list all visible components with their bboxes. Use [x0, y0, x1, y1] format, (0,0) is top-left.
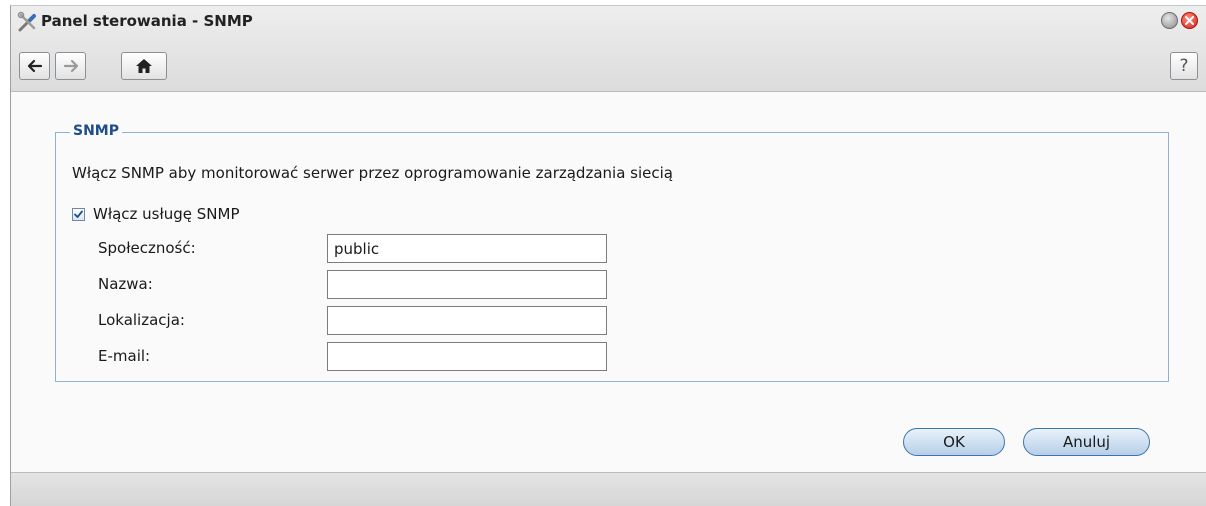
ok-button[interactable]: OK [903, 428, 1005, 456]
snmp-fieldset: SNMP Włącz SNMP aby monitorować serwer p… [55, 123, 1169, 382]
title-bar: Panel sterowania - SNMP ? [11, 6, 1206, 92]
cancel-button[interactable]: Anuluj [1023, 428, 1150, 456]
name-label: Nazwa: [98, 275, 153, 293]
enable-snmp-row[interactable]: Włącz usługę SNMP [72, 205, 240, 223]
help-icon: ? [1179, 56, 1189, 76]
help-button[interactable]: ? [1170, 52, 1198, 80]
close-button[interactable] [1181, 12, 1198, 29]
snmp-description: Włącz SNMP aby monitorować serwer przez … [72, 164, 673, 182]
status-bar [11, 472, 1206, 506]
location-label: Lokalizacja: [98, 311, 185, 329]
email-label: E-mail: [98, 347, 151, 365]
settings-content: SNMP Włącz SNMP aby monitorować serwer p… [11, 92, 1206, 472]
forward-button[interactable] [55, 52, 86, 80]
email-field[interactable] [327, 342, 607, 371]
name-field[interactable] [327, 270, 607, 299]
arrow-left-icon [27, 59, 42, 73]
home-button[interactable] [121, 52, 167, 80]
location-field[interactable] [327, 306, 607, 335]
back-button[interactable] [19, 52, 50, 80]
window-controls [1161, 12, 1198, 29]
home-icon [136, 59, 152, 73]
minimize-button[interactable] [1161, 12, 1178, 29]
close-icon [1185, 16, 1194, 25]
window-title: Panel sterowania - SNMP [41, 12, 253, 30]
community-field[interactable] [327, 234, 607, 263]
enable-snmp-checkbox[interactable] [72, 207, 85, 221]
tools-icon [17, 11, 39, 33]
checkmark-icon [74, 210, 83, 218]
arrow-right-icon [63, 59, 78, 73]
community-label: Społeczność: [98, 239, 196, 257]
control-panel-window: Panel sterowania - SNMP ? SNMP Włącz SNM… [10, 5, 1206, 506]
fieldset-legend: SNMP [70, 123, 122, 139]
enable-snmp-label: Włącz usługę SNMP [93, 205, 240, 223]
